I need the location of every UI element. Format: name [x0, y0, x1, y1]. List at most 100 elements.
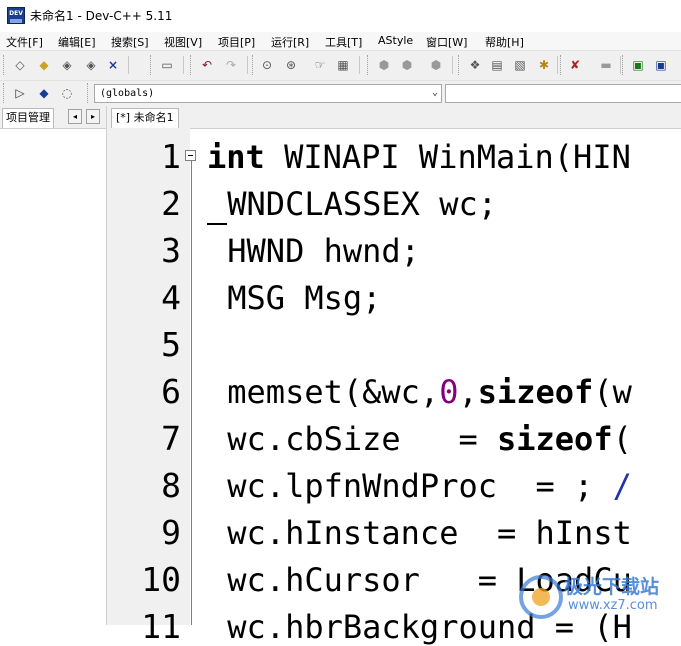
code-line[interactable]: wc.cbSize = sizeof( [208, 420, 632, 458]
add-to-project-icon[interactable]: ⬢ [398, 56, 416, 74]
save-icon[interactable]: ◈ [58, 56, 76, 74]
toolbar-separator [183, 56, 184, 74]
insert-icon[interactable]: ◌ [58, 84, 76, 102]
site-watermark: 极光下载站 www.xz7.com [512, 568, 681, 625]
toolbar-separator [452, 56, 453, 74]
print-icon[interactable]: ▭ [158, 56, 176, 74]
code-token: ( [612, 420, 632, 458]
keyword-token: sizeof [496, 420, 613, 458]
window-title: 未命名1 - Dev-C++ 5.11 [30, 9, 173, 23]
watermark-title: 极光下载站 [564, 576, 660, 598]
comment-token: / [612, 467, 632, 505]
toolbar-grip[interactable] [3, 55, 7, 75]
watermark-url: www.xz7.com [568, 598, 658, 613]
toolbar-separator [620, 56, 621, 74]
compile-run-icon[interactable]: ▧ [511, 56, 529, 74]
menu-tools[interactable]: 工具[T] [325, 34, 362, 50]
run-icon[interactable]: ▤ [488, 56, 506, 74]
member-select[interactable] [445, 84, 681, 103]
profile-icon[interactable]: ▣ [629, 56, 647, 74]
code-token: HWND hwnd; [208, 232, 420, 270]
debug-icon[interactable]: ✘ [566, 56, 584, 74]
menu-window[interactable]: 窗口[W] [426, 34, 467, 50]
tab-untitled-file[interactable]: [*] 未命名1 [111, 108, 179, 128]
toolbar-grip[interactable] [367, 55, 371, 75]
fold-line [191, 160, 192, 625]
scroll-right-icon[interactable]: ▸ [86, 109, 100, 124]
toolbar-grip[interactable] [560, 55, 564, 75]
code-line[interactable]: memset(&wc,0,sizeof(w [208, 373, 632, 411]
new-file-icon[interactable]: ◇ [11, 56, 29, 74]
secondary-toolbar: ▷ ◆ ◌ (globals) ⌄ [0, 80, 681, 107]
toolbar-grip[interactable] [622, 55, 626, 75]
menu-help[interactable]: 帮助[H] [485, 34, 524, 50]
menu-view[interactable]: 视图[V] [164, 34, 202, 50]
editor-tabbar: [*] 未命名1 [107, 106, 681, 129]
redo-icon[interactable]: ↷ [222, 56, 240, 74]
code-line[interactable]: wc.hInstance = hInst [208, 514, 632, 552]
stop-execution-icon[interactable]: ▬ [597, 56, 615, 74]
rebuild-icon[interactable]: ✱ [535, 56, 553, 74]
code-line[interactable]: int WINAPI WinMain(HIN [207, 138, 631, 176]
toolbar-grip[interactable] [3, 83, 7, 103]
toolbar-separator [247, 56, 248, 74]
code-token: wc.hInstance = hInst [208, 514, 632, 552]
new-project-icon[interactable]: ⬢ [375, 56, 393, 74]
toolbar-grip[interactable] [252, 55, 256, 75]
fold-collapse-icon[interactable] [185, 150, 196, 161]
line-number: 11 [141, 607, 181, 646]
main-toolbar: ◇ ◆ ◈ ◈ × ▭ ↶ ↷ ⊙ ⊛ ☞ ▦ ⬢ ⬢ ⬢ ❖ ▤ ▧ ✱ ✘ … [0, 50, 681, 81]
project-panel-tabbar: 项目管理 ◂ ▸ [0, 106, 106, 129]
toolbar-separator [128, 56, 129, 74]
play-icon[interactable]: ▷ [11, 84, 29, 102]
toolbar-separator [557, 56, 558, 74]
open-folder-icon[interactable]: ◆ [35, 56, 53, 74]
menu-edit[interactable]: 编辑[E] [58, 34, 96, 50]
devcpp-app-icon[interactable]: DEV [7, 7, 25, 24]
chevron-down-icon[interactable]: ⌄ [432, 87, 438, 98]
toggle-bookmark-icon[interactable]: ▦ [334, 56, 352, 74]
code-token: wc.lpfnWndProc = ; [208, 467, 613, 505]
code-token: , [458, 373, 478, 411]
code-line[interactable]: WNDCLASSEX wc; [208, 185, 497, 223]
line-number: 5 [161, 325, 181, 364]
title-bar: DEV 未命名1 - Dev-C++ 5.11 [0, 0, 681, 32]
menu-run[interactable]: 运行[R] [271, 34, 309, 50]
toolbar-grip[interactable] [190, 55, 194, 75]
compile-icon[interactable]: ❖ [466, 56, 484, 74]
line-number: 7 [161, 419, 181, 458]
code-line[interactable]: MSG Msg; [208, 279, 381, 317]
line-number: 1 [161, 137, 181, 176]
line-number: 6 [161, 372, 181, 411]
menu-search[interactable]: 搜索[S] [111, 34, 149, 50]
save-all-icon[interactable]: ◈ [82, 56, 100, 74]
menu-file[interactable]: 文件[F] [6, 34, 43, 50]
project-options-icon[interactable]: ⬢ [427, 56, 445, 74]
toolbar-grip[interactable] [87, 83, 91, 103]
toolbar-grip[interactable] [150, 55, 154, 75]
goto-line-icon[interactable]: ☞ [311, 56, 329, 74]
menu-astyle[interactable]: AStyle [378, 34, 413, 47]
scroll-left-icon[interactable]: ◂ [68, 109, 82, 124]
code-line[interactable]: HWND hwnd; [208, 232, 420, 270]
line-number: 9 [161, 513, 181, 552]
code-token: WNDCLASSEX wc; [208, 185, 497, 223]
code-line[interactable]: wc.lpfnWndProc = ; / [208, 467, 632, 505]
undo-icon[interactable]: ↶ [198, 56, 216, 74]
scope-select[interactable]: (globals) ⌄ [94, 84, 442, 103]
code-token: WINAPI WinMain(HIN [264, 138, 631, 176]
menu-project[interactable]: 项目[P] [218, 34, 255, 50]
fullscreen-icon[interactable]: ▣ [652, 56, 670, 74]
keyword-token: sizeof [477, 373, 594, 411]
toolbar-grip[interactable] [458, 55, 462, 75]
line-number: 3 [161, 231, 181, 270]
menu-bar: 文件[F] 编辑[E] 搜索[S] 视图[V] 项目[P] 运行[R] 工具[T… [0, 32, 681, 50]
code-token: memset(&wc, [208, 373, 440, 411]
code-token: (w [593, 373, 632, 411]
class-browser-icon[interactable]: ◆ [35, 84, 53, 102]
find-icon[interactable]: ⊙ [258, 56, 276, 74]
close-icon[interactable]: × [104, 56, 122, 74]
replace-icon[interactable]: ⊛ [282, 56, 300, 74]
tab-project-manager[interactable]: 项目管理 [2, 108, 54, 128]
code-token: MSG Msg; [208, 279, 382, 317]
